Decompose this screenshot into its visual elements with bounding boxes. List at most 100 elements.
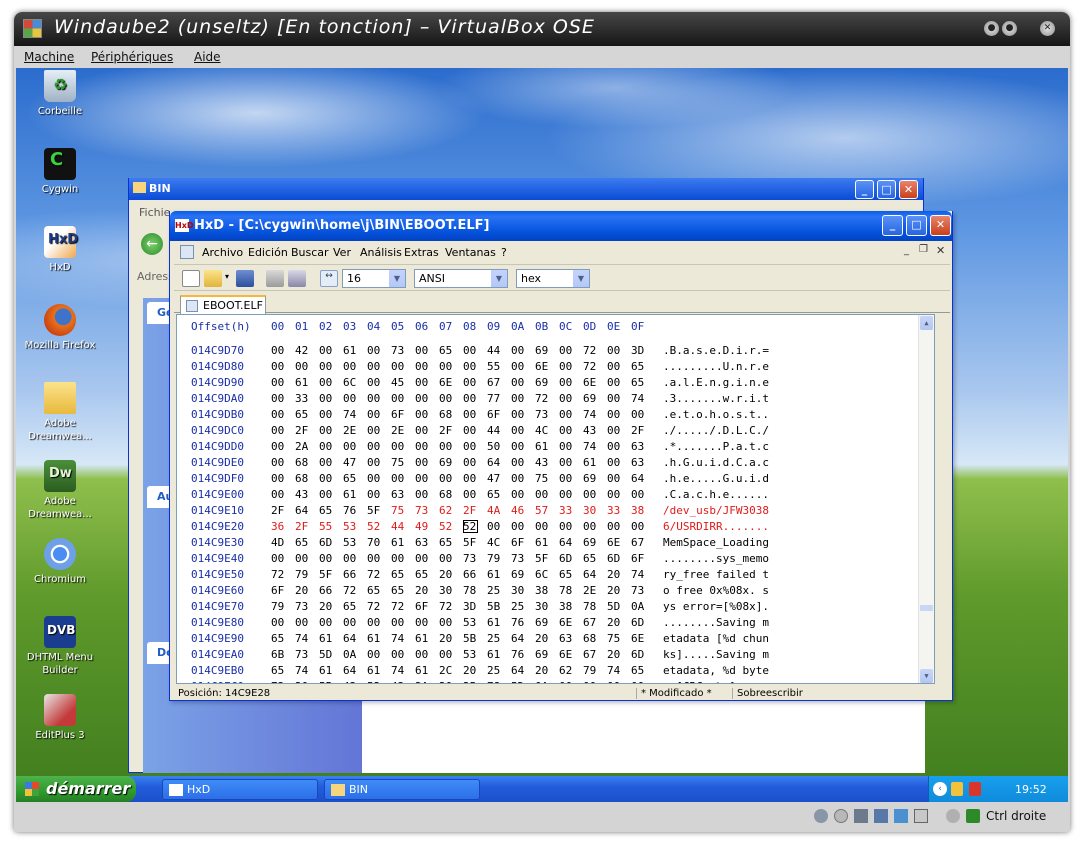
hex-byte[interactable]: 38 — [631, 504, 655, 517]
hex-byte[interactable]: 20 — [295, 584, 319, 597]
hex-byte[interactable]: 6F — [511, 536, 535, 549]
hex-byte[interactable]: 69 — [535, 344, 559, 357]
hex-byte[interactable]: 75 — [391, 456, 415, 469]
hex-byte[interactable]: 65 — [583, 552, 607, 565]
hex-byte[interactable]: 6F — [391, 408, 415, 421]
hex-byte[interactable]: 30 — [439, 584, 463, 597]
hex-byte[interactable]: 72 — [271, 568, 295, 581]
hex-byte[interactable]: 20 — [415, 584, 439, 597]
cd-icon[interactable] — [834, 809, 848, 823]
hex-byte[interactable]: 67 — [583, 616, 607, 629]
hex-byte[interactable]: 43 — [535, 456, 559, 469]
hex-byte[interactable]: 00 — [367, 392, 391, 405]
maximize-button[interactable]: ● — [1002, 21, 1017, 36]
back-arrow-icon[interactable]: ← — [141, 233, 163, 255]
hex-byte[interactable]: 20 — [295, 680, 319, 683]
hex-byte[interactable]: 20 — [535, 664, 559, 677]
hex-byte[interactable]: 00 — [271, 616, 295, 629]
hex-byte[interactable]: 00 — [607, 456, 631, 469]
hex-byte[interactable]: 6C — [343, 376, 367, 389]
hex-byte[interactable]: 00 — [295, 552, 319, 565]
hex-byte[interactable]: 00 — [607, 520, 631, 533]
minimize-button[interactable]: _ — [882, 215, 903, 236]
hex-byte[interactable]: 43 — [391, 680, 415, 683]
hex-byte[interactable]: 00 — [415, 488, 439, 501]
hex-byte[interactable]: 00 — [535, 520, 559, 533]
hex-byte[interactable]: 68 — [295, 472, 319, 485]
hex-byte[interactable]: 68 — [439, 408, 463, 421]
hex-byte[interactable]: 53 — [343, 520, 367, 533]
hex-byte[interactable]: 36 — [271, 520, 295, 533]
hex-byte[interactable]: 6D — [319, 536, 343, 549]
desktop-icon-editplus[interactable]: EditPlus 3 — [16, 694, 104, 742]
hex-byte[interactable]: 64 — [583, 568, 607, 581]
hex-byte[interactable]: 00 — [319, 408, 343, 421]
hex-byte[interactable]: 6D — [631, 616, 655, 629]
hex-byte[interactable]: 44 — [487, 424, 511, 437]
row-ascii[interactable]: o free 0x%08x. s — [663, 584, 769, 597]
hex-byte[interactable]: 68 — [439, 488, 463, 501]
chevron-left-icon[interactable]: ‹ — [933, 782, 947, 796]
hex-byte[interactable]: 00 — [583, 488, 607, 501]
hex-byte[interactable]: 00 — [415, 392, 439, 405]
hex-row[interactable]: 014C9DF0 00 68 00 65 00 00 00 00 00 47 00 75 00 69 00 64… — [191, 472, 769, 488]
hex-byte[interactable]: 30 — [535, 600, 559, 613]
hex-byte[interactable]: 6F — [271, 584, 295, 597]
hex-byte[interactable]: 00 — [463, 424, 487, 437]
hex-byte[interactable]: 4D — [271, 536, 295, 549]
hex-byte[interactable]: 61 — [367, 632, 391, 645]
task-hxd[interactable]: HxD — [162, 779, 318, 800]
hex-byte[interactable]: 43 — [583, 424, 607, 437]
hex-byte[interactable]: 6B — [271, 648, 295, 661]
hex-byte[interactable]: 72 — [583, 360, 607, 373]
hex-byte[interactable]: 00 — [439, 472, 463, 485]
hex-byte[interactable]: 00 — [559, 472, 583, 485]
hex-byte[interactable]: 38 — [559, 600, 583, 613]
hex-byte[interactable]: 69 — [535, 376, 559, 389]
hex-byte[interactable]: 61 — [487, 568, 511, 581]
desktop-icon-firefox[interactable]: Mozilla Firefox — [16, 304, 104, 352]
hex-byte[interactable]: 72 — [439, 600, 463, 613]
hex-byte[interactable]: 00 — [415, 456, 439, 469]
hex-byte[interactable]: 65 — [631, 360, 655, 373]
hex-byte[interactable]: 00 — [607, 680, 631, 683]
hex-byte[interactable]: 77 — [487, 392, 511, 405]
hex-byte[interactable]: 00 — [271, 360, 295, 373]
hex-byte[interactable]: 65 — [391, 568, 415, 581]
row-ascii[interactable]: etadata, %d byte — [663, 664, 769, 677]
hex-byte[interactable]: 20 — [463, 664, 487, 677]
maximize-button[interactable]: □ — [906, 215, 927, 236]
mdi-close-icon[interactable]: ✕ — [936, 244, 945, 257]
hex-row[interactable]: 014C9E60 6F 20 66 72 65 65 20 30 78 25 30 38 78 2E 20 73… — [191, 584, 769, 600]
hex-row[interactable]: 014C9EB0 65 74 61 64 61 74 61 2C 20 25 64 20 62 79 74 65… — [191, 664, 769, 680]
hex-byte[interactable]: 72 — [535, 392, 559, 405]
menu-ventanas[interactable]: Ventanas — [445, 246, 496, 259]
hex-byte[interactable]: 46 — [511, 504, 535, 517]
hex-byte[interactable]: 00 — [391, 648, 415, 661]
hex-byte[interactable]: 78 — [559, 584, 583, 597]
hex-byte[interactable]: 73 — [271, 680, 295, 683]
hex-byte[interactable]: 63 — [631, 440, 655, 453]
hex-byte[interactable]: 6D — [559, 552, 583, 565]
hex-byte[interactable]: 66 — [343, 568, 367, 581]
hex-byte[interactable]: 00 — [367, 424, 391, 437]
hex-byte[interactable]: 6F — [415, 600, 439, 613]
hex-byte[interactable]: 57 — [535, 504, 559, 517]
hex-byte[interactable]: 00 — [559, 408, 583, 421]
hex-row[interactable]: 014C9EA0 6B 73 5D 0A 00 00 00 00 53 61 76 69 6E 67 20 6D… — [191, 648, 769, 664]
hex-byte[interactable]: 00 — [343, 392, 367, 405]
hex-byte[interactable]: 72 — [367, 600, 391, 613]
hex-byte[interactable]: 00 — [391, 392, 415, 405]
tab-eboot-elf[interactable]: EBOOT.ELF — [180, 295, 266, 314]
hex-byte[interactable]: 00 — [367, 472, 391, 485]
hex-byte[interactable]: 00 — [511, 488, 535, 501]
hex-byte[interactable]: 5D — [319, 648, 343, 661]
hex-byte[interactable]: 4C — [535, 424, 559, 437]
hex-byte[interactable]: 00 — [319, 472, 343, 485]
minimize-button[interactable]: _ — [855, 180, 874, 199]
hex-byte[interactable]: 70 — [367, 536, 391, 549]
hex-byte[interactable]: 00 — [319, 360, 343, 373]
explorer-titlebar[interactable]: BIN _ □ ✕ — [129, 178, 923, 200]
hex-byte[interactable]: 63 — [631, 456, 655, 469]
task-bin[interactable]: BIN — [324, 779, 480, 800]
